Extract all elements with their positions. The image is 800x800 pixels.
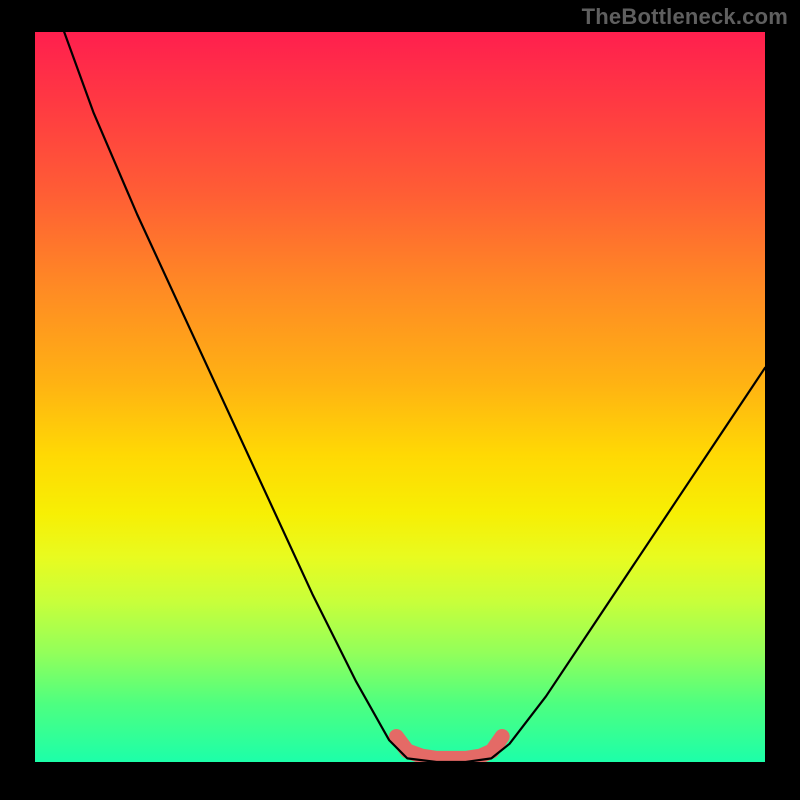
- chart-frame: TheBottleneck.com: [0, 0, 800, 800]
- red-stroke: [396, 737, 502, 759]
- watermark-text: TheBottleneck.com: [582, 4, 788, 30]
- plot-svg: [35, 32, 765, 762]
- black-curve: [64, 32, 765, 762]
- plot-area: [35, 32, 765, 762]
